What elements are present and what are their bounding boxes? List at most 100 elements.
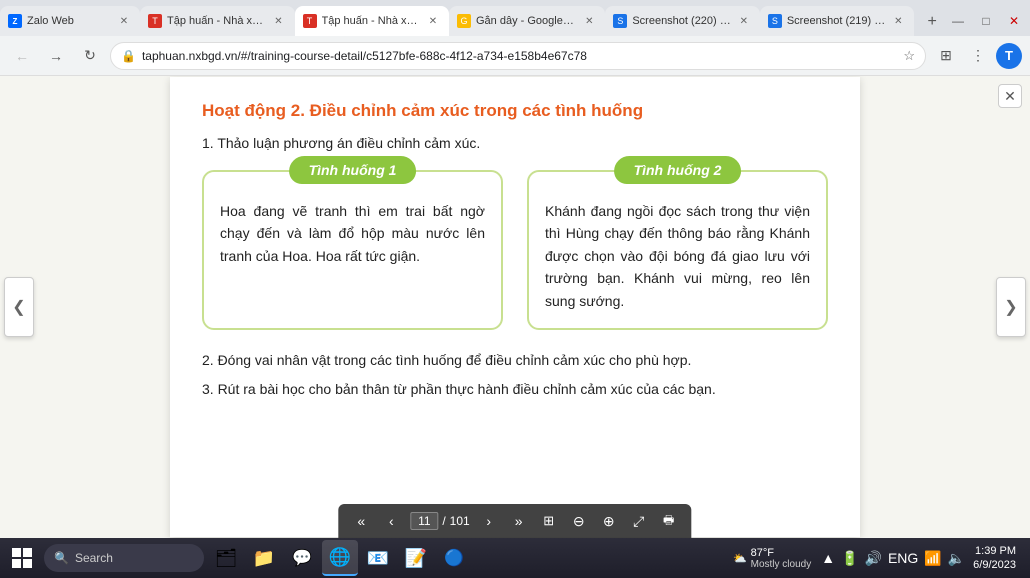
tab-tap1-close[interactable]: ✕ [271,13,287,29]
circle-app[interactable]: 🔵 [436,540,472,576]
instruction3: 3. Rút ra bài học cho bản thân từ phần t… [202,379,828,400]
taskbar-right: ⛅ 87°F Mostly cloudy ▲ 🔋 🔊 ENG 📶 🔈 1:39 … [727,544,1026,573]
tab-ss1-favicon: S [613,14,627,28]
main-content-area: ❮ ❯ ✕ Hoạt động 2. Điều chỉnh cảm xúc tr… [0,76,1030,538]
weather-widget[interactable]: ⛅ 87°F Mostly cloudy [727,547,817,570]
tab-ss1[interactable]: S Screenshot (220) -... ✕ [605,6,760,36]
new-tab-button[interactable]: + [918,8,946,36]
wifi-icon[interactable]: 📶 [924,550,941,567]
url-text: taphuan.nxbgd.vn/#/training-course-detai… [142,49,897,63]
taskbar-search[interactable]: 🔍 Search [44,544,204,572]
taskbar-clock[interactable]: 1:39 PM 6/9/2023 [969,544,1020,573]
system-tray-icons: ▲ 🔋 🔊 ENG 📶 🔈 [821,550,965,567]
pdf-first-page-button[interactable]: « [350,510,372,532]
back-button[interactable]: ← [8,42,36,70]
battery-icon: 🔋 [841,550,858,567]
tab-ss1-title: Screenshot (220) -... [632,15,731,27]
chevron-right-icon: ❯ [1004,297,1017,317]
pdf-page-separator: / [442,514,445,528]
tab-tap1-favicon: T [148,14,162,28]
situations-row: Tình huống 1 Hoa đang vẽ tranh thì em tr… [202,170,828,330]
tab-tap2-close[interactable]: ✕ [425,13,441,29]
tab-tap2-favicon: T [303,14,317,28]
tab-ss2-favicon: S [768,14,782,28]
tab-gg-close[interactable]: ✕ [581,13,597,29]
pdf-toolbar: « ‹ / 101 › » ⊞ ⊖ ⊕ ⤢ 🖶 [338,504,691,538]
tab-tap2-title: Tập huấn - Nhà xu... [322,15,421,27]
network-icon[interactable]: ▲ [821,550,835,566]
address-bar[interactable]: 🔒 taphuan.nxbgd.vn/#/training-course-det… [110,42,926,70]
tab-tap1[interactable]: T Tập huấn - Nhà xu... ✕ [140,6,295,36]
situation-card-1: Tình huống 1 Hoa đang vẽ tranh thì em tr… [202,170,503,330]
tab-gg-favicon: G [457,14,471,28]
tab-tap2[interactable]: T Tập huấn - Nhà xu... ✕ [295,6,450,36]
forward-button[interactable]: → [42,42,70,70]
profile-button[interactable]: T [996,43,1022,69]
tab-zalo-close[interactable]: ✕ [116,13,132,29]
tab-ss2-close[interactable]: ✕ [890,13,906,29]
tab-zalo-favicon: Z [8,14,22,28]
taskbar-date: 6/9/2023 [973,558,1016,572]
window-controls: — □ ✕ [946,6,1026,36]
file-explorer-app[interactable]: 🗂 [208,540,244,576]
pdf-page-total: 101 [450,514,470,528]
bookmark-icon[interactable]: ☆ [903,48,915,64]
weather-info: 87°F Mostly cloudy [751,547,812,570]
taskbar-time: 1:39 PM [973,544,1016,558]
extensions-button[interactable]: ⊞ [932,42,960,70]
mail-app[interactable]: 📧 [360,540,396,576]
page-close-button[interactable]: ✕ [998,84,1022,108]
windows-icon [12,548,32,568]
pdf-grid-button[interactable]: ⊞ [538,510,560,532]
window-minimize-button[interactable]: — [946,9,970,33]
tab-gg[interactable]: G Gắn dây - Google I... ✕ [449,6,605,36]
pdf-prev-page-button[interactable]: ‹ [380,510,402,532]
tab-tap1-title: Tập huấn - Nhà xu... [167,15,266,27]
situation-card-2: Tình huống 2 Khánh đang ngồi đọc sách tr… [527,170,828,330]
weather-icon: ⛅ [733,552,747,565]
document-page: Hoạt động 2. Điều chỉnh cảm xúc trong cá… [170,77,860,537]
situation2-text: Khánh đang ngồi đọc sách trong thư viện … [545,200,810,312]
speaker-icon[interactable]: 🔈 [948,550,965,567]
search-icon: 🔍 [54,551,69,565]
start-button[interactable] [4,540,40,576]
pdf-page-current-input[interactable] [410,512,438,530]
situation1-label: Tình huống 1 [289,156,417,184]
activity-title: Hoạt động 2. Điều chỉnh cảm xúc trong cá… [202,101,828,121]
window-maximize-button[interactable]: □ [974,9,998,33]
tab-ss2-title: Screenshot (219) -... [787,15,886,27]
page-nav-right-button[interactable]: ❯ [996,277,1026,337]
page-nav-left-button[interactable]: ❮ [4,277,34,337]
settings-button[interactable]: ⋮ [964,42,992,70]
tab-bar: Z Zalo Web ✕ T Tập huấn - Nhà xu... ✕ T … [0,0,1030,36]
tab-gg-title: Gắn dây - Google I... [476,15,576,27]
taskbar: 🔍 Search 🗂 📁 💬 🌐 📧 📝 🔵 ⛅ 87°F Mostly clo… [0,538,1030,578]
pdf-zoom-out-button[interactable]: ⊖ [568,510,590,532]
folder-app[interactable]: 📁 [246,540,282,576]
situation2-label: Tình huống 2 [614,156,742,184]
language-label: ENG [888,550,918,566]
pdf-print-button[interactable]: 🖶 [658,510,680,532]
weather-temp: 87°F [751,547,812,559]
reload-button[interactable]: ↻ [76,42,104,70]
window-close-button[interactable]: ✕ [1002,9,1026,33]
tab-ss2[interactable]: S Screenshot (219) -... ✕ [760,6,915,36]
address-bar-icons: ☆ [903,48,915,64]
pdf-fit-button[interactable]: ⤢ [628,510,650,532]
chevron-left-icon: ❮ [12,297,25,317]
ssl-lock-icon: 🔒 [121,49,136,63]
volume-icon[interactable]: 🔊 [865,550,882,567]
word-app[interactable]: 📝 [398,540,434,576]
edge-app[interactable]: 🌐 [322,540,358,576]
tab-ss1-close[interactable]: ✕ [736,13,752,29]
pdf-page-info: / 101 [410,512,469,530]
tab-zalo-title: Zalo Web [27,15,111,27]
pdf-next-page-button[interactable]: › [478,510,500,532]
tab-zalo[interactable]: Z Zalo Web ✕ [0,6,140,36]
teams-app[interactable]: 💬 [284,540,320,576]
instruction2: 2. Đóng vai nhân vật trong các tình huốn… [202,350,828,371]
nav-right-icons: ⊞ ⋮ T [932,42,1022,70]
situation1-text: Hoa đang vẽ tranh thì em trai bất ngờ ch… [220,200,485,267]
pdf-last-page-button[interactable]: » [508,510,530,532]
pdf-zoom-in-button[interactable]: ⊕ [598,510,620,532]
